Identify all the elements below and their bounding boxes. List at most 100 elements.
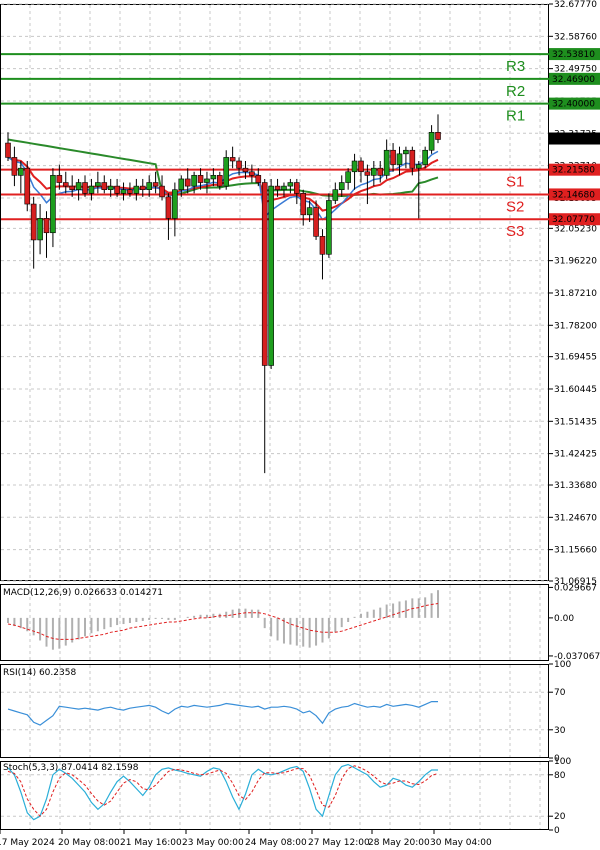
candle-body — [306, 207, 313, 216]
candle-body — [204, 178, 210, 183]
candle-body — [50, 175, 56, 234]
candle-body — [18, 167, 24, 176]
candle-body — [249, 171, 255, 176]
x-tick-label: 27 May 12:00 — [308, 838, 370, 848]
candle-body — [69, 185, 75, 191]
level-price-label: 32.40000 — [552, 100, 595, 110]
level-name-s1: S1 — [506, 174, 524, 191]
candle-body — [326, 200, 332, 255]
candle-body — [300, 192, 307, 216]
candle-body — [43, 218, 50, 234]
panel-frame — [0, 664, 549, 758]
level-price-label: 32.53810 — [552, 50, 595, 60]
level-price-label: 32.46900 — [552, 75, 595, 85]
candle-body — [184, 178, 191, 187]
level-name-r3: R3 — [506, 58, 525, 75]
candle-body — [383, 149, 390, 176]
candle-body — [24, 167, 31, 205]
price-tick-label: 31.60445 — [554, 385, 597, 395]
candle-body — [313, 207, 319, 237]
panel-frame — [0, 4, 549, 581]
candle-body — [396, 153, 403, 165]
level-price-label: 32.07770 — [552, 215, 595, 225]
x-tick-label: 23 May 00:00 — [182, 838, 244, 848]
candle-body — [236, 160, 242, 169]
current-price-label: 32.30270 — [552, 135, 595, 145]
x-tick-label: 30 May 04:00 — [430, 838, 492, 848]
x-tick-label: 28 May 20:00 — [368, 838, 430, 848]
candle-body — [223, 157, 230, 187]
x-tick-label: 21 May 16:00 — [120, 838, 182, 848]
level-price-label: 32.14680 — [552, 190, 595, 200]
candle-body — [435, 132, 441, 140]
candle-body — [274, 185, 281, 191]
candle-body — [178, 178, 185, 191]
candle-body — [101, 182, 108, 191]
price-tick-label: 32.67770 — [554, 0, 597, 10]
level-name-s3: S3 — [506, 223, 524, 240]
candle-body — [75, 182, 82, 191]
candle-body — [242, 167, 249, 173]
candle-body — [281, 185, 287, 191]
macd-tick-label: 0.00 — [554, 614, 574, 624]
candle-body — [390, 149, 396, 165]
candle-body — [120, 189, 127, 194]
candle-body — [377, 167, 384, 176]
candle-body — [146, 182, 152, 191]
candle-body — [345, 171, 351, 183]
stoch-title: Stoch(5,3,3) 87.0414 82.1598 — [3, 763, 139, 773]
candle-body — [165, 196, 172, 219]
candle-body — [294, 182, 300, 194]
x-tick-label: 20 May 08:00 — [58, 838, 120, 848]
chart-svg: 32.6777032.5876032.4975032.4073532.31725… — [0, 0, 600, 848]
candle-body — [332, 189, 339, 201]
candle-body — [152, 182, 159, 187]
candle-body — [371, 167, 377, 176]
candle-body — [114, 185, 120, 194]
candle-body — [261, 182, 268, 366]
candle-body — [30, 203, 37, 241]
candle-body — [159, 185, 165, 198]
candle-body — [409, 149, 416, 169]
stoch-tick-label: 100 — [554, 757, 571, 767]
price-tick-label: 31.96220 — [554, 257, 597, 267]
candle-body — [210, 175, 217, 180]
candle-body — [422, 149, 428, 165]
price-tick-label: 31.69455 — [554, 353, 597, 363]
price-tick-label: 31.24670 — [554, 513, 597, 523]
candle-body — [56, 175, 63, 183]
price-tick-label: 31.87210 — [554, 289, 597, 299]
candle-body — [11, 157, 18, 176]
candle-body — [364, 171, 371, 176]
macd-title: MACD(12,26,9) 0.026633 0.014271 — [3, 588, 163, 598]
price-tick-label: 31.51435 — [554, 417, 597, 427]
candle-body — [88, 185, 95, 194]
candle-body — [62, 182, 69, 187]
candle-body — [319, 236, 326, 255]
x-tick-label: 24 May 08:00 — [245, 838, 307, 848]
x-tick-label: 17 May 2024 — [0, 838, 55, 848]
rsi-tick-label: 30 — [554, 726, 566, 736]
candle-body — [82, 182, 88, 194]
candle-body — [133, 185, 140, 194]
candle-body — [351, 160, 358, 173]
level-price-label: 32.21580 — [552, 166, 595, 176]
price-tick-label: 31.33680 — [554, 481, 597, 491]
candle-body — [107, 185, 114, 191]
level-name-r1: R1 — [506, 108, 525, 125]
candle-body — [37, 218, 43, 241]
candle-body — [172, 189, 178, 219]
candle-body — [216, 175, 223, 187]
level-name-r2: R2 — [506, 83, 525, 100]
candle-body — [127, 189, 133, 194]
stoch-tick-label: 20 — [554, 812, 566, 822]
price-tick-label: 31.15660 — [554, 546, 597, 556]
rsi-title: RSI(14) 60.2358 — [3, 668, 76, 678]
price-tick-label: 31.42425 — [554, 450, 597, 460]
level-name-s2: S2 — [506, 198, 524, 215]
price-tick-label: 32.05230 — [554, 224, 597, 234]
candle-body — [268, 185, 274, 366]
candle-body — [229, 157, 236, 162]
candle-body — [191, 175, 197, 187]
stoch-tick-label: 80 — [554, 771, 566, 781]
